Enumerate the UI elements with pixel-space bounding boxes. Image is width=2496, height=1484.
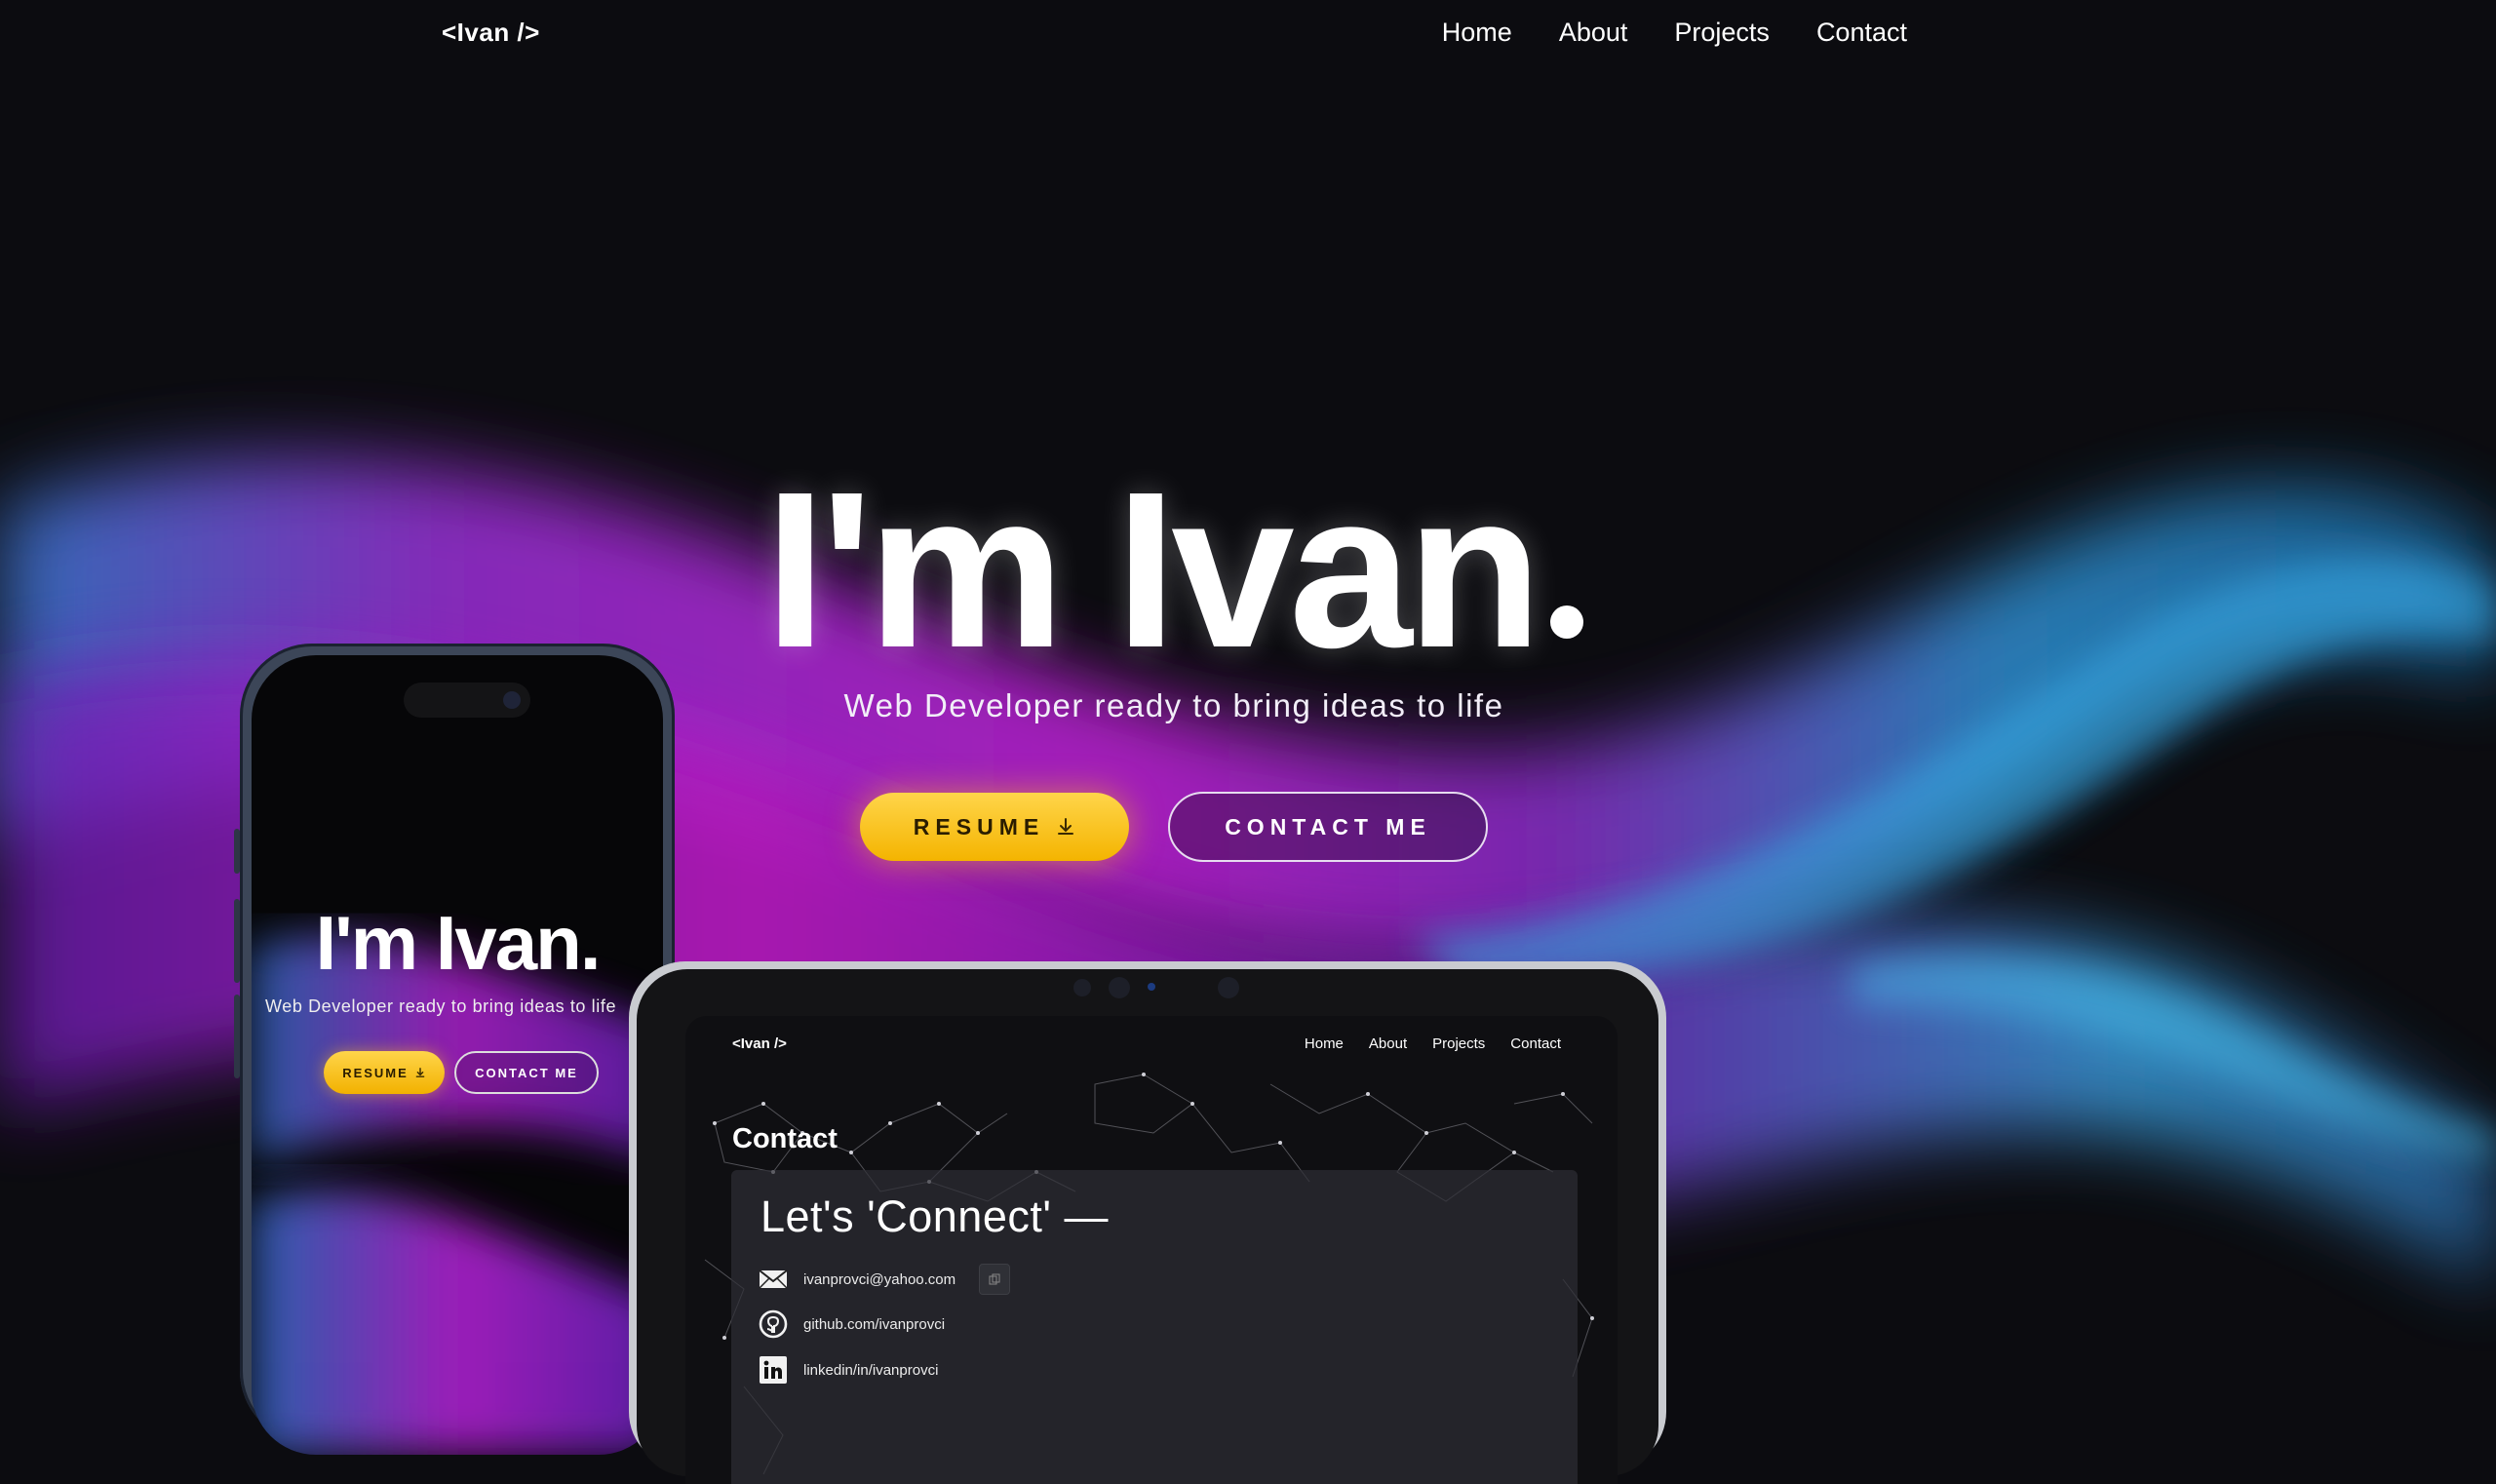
mail-icon — [759, 1269, 788, 1289]
phone-resume-label: RESUME — [342, 1065, 409, 1080]
site-logo[interactable]: <Ivan /> — [442, 18, 540, 48]
download-icon — [1058, 818, 1074, 835]
phone-hero-subtitle: Web Developer ready to bring ideas to li… — [265, 996, 617, 1016]
phone-side-button — [234, 829, 240, 874]
linkedin-icon — [760, 1356, 787, 1384]
phone-hero-title: I'm Ivan. — [315, 900, 602, 986]
nav-links: Home About Projects Contact — [1442, 18, 1907, 48]
hero-title: I'm Ivan — [764, 447, 1542, 694]
contact-me-button[interactable]: CONTACT ME — [1168, 792, 1488, 862]
copy-email-button[interactable] — [979, 1264, 1011, 1295]
phone-mockup: I'm Ivan. Web Developer ready to bring i… — [234, 644, 675, 1455]
tablet-nav-links: Home About Projects Contact — [1305, 1035, 1561, 1052]
phone-side-button — [234, 899, 240, 983]
phone-camera — [503, 691, 521, 709]
contact-github-row[interactable]: github.com/ivanprovci — [759, 1309, 945, 1339]
phone-side-button — [234, 995, 240, 1078]
tablet-camera — [1109, 977, 1130, 998]
tablet-nav-contact[interactable]: Contact — [1510, 1035, 1561, 1052]
phone-dynamic-island — [404, 683, 530, 718]
copy-icon — [989, 1273, 1000, 1285]
contact-card-title: Let's 'Connect' — — [760, 1191, 1109, 1241]
nav-link-projects[interactable]: Projects — [1674, 18, 1770, 48]
contact-card: Let's 'Connect' — ivanprovci@yahoo.com g… — [731, 1170, 1578, 1484]
tablet-site-logo[interactable]: <Ivan /> — [732, 1035, 787, 1052]
phone-contact-button[interactable]: CONTACT ME — [454, 1051, 599, 1094]
tablet-mockup: <Ivan /> Home About Projects Contact Con… — [629, 961, 1666, 1484]
phone-wave-background — [252, 936, 663, 1455]
github-icon — [759, 1309, 788, 1339]
resume-button-label: RESUME — [913, 813, 1045, 840]
contact-linkedin-row[interactable]: linkedin/in/ivanprovci — [759, 1355, 938, 1385]
phone-screen: I'm Ivan. Web Developer ready to bring i… — [252, 655, 663, 1455]
tablet-nav-projects[interactable]: Projects — [1432, 1035, 1485, 1052]
nav-link-about[interactable]: About — [1559, 18, 1628, 48]
nav-link-home[interactable]: Home — [1442, 18, 1512, 48]
nav-link-contact[interactable]: Contact — [1816, 18, 1907, 48]
hero-title-dot — [1549, 605, 1583, 639]
resume-button[interactable]: RESUME — [860, 793, 1129, 861]
contact-linkedin-text[interactable]: linkedin/in/ivanprovci — [803, 1362, 938, 1379]
tablet-screen: <Ivan /> Home About Projects Contact Con… — [685, 1016, 1618, 1484]
tablet-camera — [1218, 977, 1239, 998]
tablet-nav-about[interactable]: About — [1369, 1035, 1407, 1052]
tablet-sensor — [1148, 983, 1155, 991]
top-navigation: <Ivan /> Home About Projects Contact — [0, 0, 2496, 68]
phone-resume-button[interactable]: RESUME — [324, 1051, 445, 1094]
tablet-bezel: <Ivan /> Home About Projects Contact Con… — [637, 969, 1658, 1484]
contact-email-text[interactable]: ivanprovci@yahoo.com — [803, 1271, 956, 1288]
download-icon — [415, 1068, 425, 1077]
tablet-nav-home[interactable]: Home — [1305, 1035, 1344, 1052]
contact-email-row[interactable]: ivanprovci@yahoo.com — [759, 1264, 1011, 1295]
tablet-section-heading: Contact — [732, 1123, 838, 1154]
tablet-sensor — [1073, 979, 1091, 996]
contact-github-text[interactable]: github.com/ivanprovci — [803, 1316, 945, 1333]
